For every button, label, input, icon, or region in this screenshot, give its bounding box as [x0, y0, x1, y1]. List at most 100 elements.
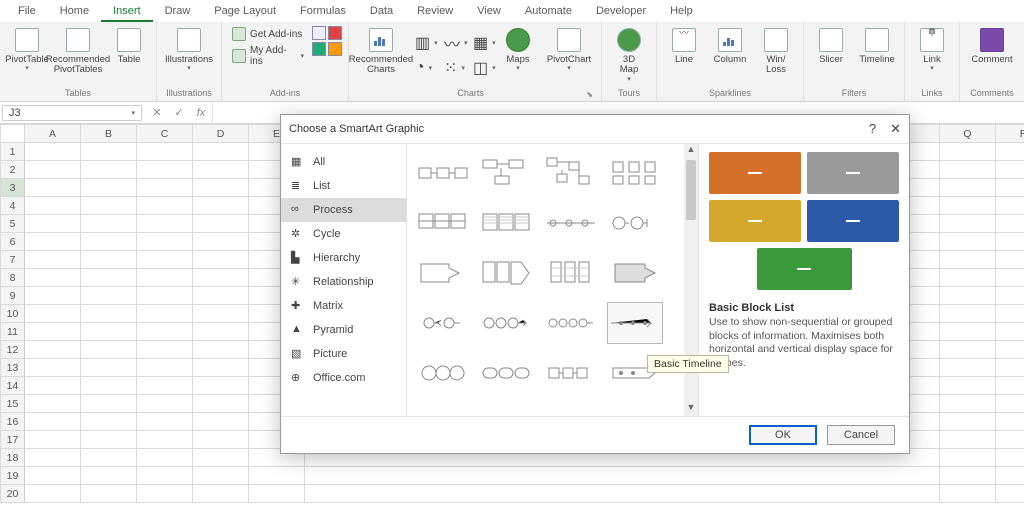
cell-Q16[interactable]	[940, 413, 996, 431]
cell-C20[interactable]	[137, 485, 193, 503]
cell-B1[interactable]	[81, 143, 137, 161]
tab-formulas[interactable]: Formulas	[288, 2, 358, 22]
my-addins-button[interactable]: My Add-ins ▾	[228, 44, 308, 68]
cell-Q1[interactable]	[940, 143, 996, 161]
cell-C6[interactable]	[137, 233, 193, 251]
cell-A7[interactable]	[25, 251, 81, 269]
cell-B20[interactable]	[81, 485, 137, 503]
cell-B16[interactable]	[81, 413, 137, 431]
cell-R3[interactable]	[996, 179, 1024, 197]
cell-A8[interactable]	[25, 269, 81, 287]
cell-Q18[interactable]	[940, 449, 996, 467]
cell-R11[interactable]	[996, 323, 1024, 341]
cell-D2[interactable]	[193, 161, 249, 179]
row-header-20[interactable]: 20	[1, 485, 25, 503]
insert-function-button[interactable]: fx	[190, 107, 212, 119]
pivotchart-button[interactable]: PivotChart▾	[543, 26, 595, 73]
layout-thumb-0[interactable]	[415, 152, 471, 194]
column-header-R[interactable]: R	[996, 125, 1024, 143]
cell-B2[interactable]	[81, 161, 137, 179]
category-matrix[interactable]: ✚ Matrix	[281, 294, 406, 318]
category-list[interactable]: ≣ List	[281, 174, 406, 198]
pivottable-button[interactable]: PivotTable▾	[6, 26, 48, 73]
cell-Q19[interactable]	[940, 467, 996, 485]
cell-Q13[interactable]	[940, 359, 996, 377]
cell-R20[interactable]	[996, 485, 1024, 503]
cell-A13[interactable]	[25, 359, 81, 377]
enter-formula-button[interactable]: ✓	[168, 106, 190, 119]
cell-B18[interactable]	[81, 449, 137, 467]
cell-A1[interactable]	[25, 143, 81, 161]
cell-D15[interactable]	[193, 395, 249, 413]
row-header-2[interactable]: 2	[1, 161, 25, 179]
layout-thumb-4[interactable]	[415, 202, 471, 244]
layout-thumb-5[interactable]	[479, 202, 535, 244]
maps-button[interactable]: Maps▾	[497, 26, 539, 73]
cell-Q10[interactable]	[940, 305, 996, 323]
row-header-12[interactable]: 12	[1, 341, 25, 359]
layout-thumb-18[interactable]	[543, 352, 599, 394]
comment-button[interactable]: Comment	[966, 26, 1018, 65]
cell-A9[interactable]	[25, 287, 81, 305]
cell-A20[interactable]	[25, 485, 81, 503]
cell-B4[interactable]	[81, 197, 137, 215]
tab-developer[interactable]: Developer	[584, 2, 658, 22]
cell-C3[interactable]	[137, 179, 193, 197]
cell-Q8[interactable]	[940, 269, 996, 287]
cancel-formula-button[interactable]: ✕	[146, 106, 168, 119]
cell-R9[interactable]	[996, 287, 1024, 305]
cell-B9[interactable]	[81, 287, 137, 305]
cell-R6[interactable]	[996, 233, 1024, 251]
cell-B10[interactable]	[81, 305, 137, 323]
cell-D5[interactable]	[193, 215, 249, 233]
cell-C12[interactable]	[137, 341, 193, 359]
cell-R4[interactable]	[996, 197, 1024, 215]
cell-Q17[interactable]	[940, 431, 996, 449]
row-header-6[interactable]: 6	[1, 233, 25, 251]
slicer-button[interactable]: Slicer	[810, 26, 852, 65]
get-addins-button[interactable]: Get Add-ins	[228, 26, 308, 42]
row-header-11[interactable]: 11	[1, 323, 25, 341]
cell-C4[interactable]	[137, 197, 193, 215]
cell-C7[interactable]	[137, 251, 193, 269]
cell-A18[interactable]	[25, 449, 81, 467]
tab-draw[interactable]: Draw	[153, 2, 203, 22]
layout-thumb-19[interactable]	[607, 352, 663, 394]
row-header-18[interactable]: 18	[1, 449, 25, 467]
cell-R12[interactable]	[996, 341, 1024, 359]
scroll-up-button[interactable]: ▲	[684, 144, 698, 158]
layout-thumb-15[interactable]	[607, 302, 663, 344]
cell-Q2[interactable]	[940, 161, 996, 179]
sparkline-line-button[interactable]: 〰Line	[663, 26, 705, 65]
cell-B5[interactable]	[81, 215, 137, 233]
column-header-C[interactable]: C	[137, 125, 193, 143]
cell-D13[interactable]	[193, 359, 249, 377]
cell-E19[interactable]	[249, 467, 305, 485]
row-header-16[interactable]: 16	[1, 413, 25, 431]
row-header-8[interactable]: 8	[1, 269, 25, 287]
cell-Q15[interactable]	[940, 395, 996, 413]
column-header-B[interactable]: B	[81, 125, 137, 143]
tab-file[interactable]: File	[6, 2, 48, 22]
cell-B11[interactable]	[81, 323, 137, 341]
cell-Q9[interactable]	[940, 287, 996, 305]
cell-C19[interactable]	[137, 467, 193, 485]
close-button[interactable]: ✕	[890, 121, 901, 137]
row-header-4[interactable]: 4	[1, 197, 25, 215]
category-all[interactable]: ▦ All	[281, 150, 406, 174]
cell-D1[interactable]	[193, 143, 249, 161]
recommended-charts-button[interactable]: Recommended Charts	[355, 26, 407, 76]
layout-thumb-12[interactable]	[415, 302, 471, 344]
tab-review[interactable]: Review	[405, 2, 465, 22]
cell-A11[interactable]	[25, 323, 81, 341]
cell-B17[interactable]	[81, 431, 137, 449]
column-header-A[interactable]: A	[25, 125, 81, 143]
cell-A2[interactable]	[25, 161, 81, 179]
cell-A4[interactable]	[25, 197, 81, 215]
category-picture[interactable]: ▧ Picture	[281, 342, 406, 366]
illustrations-button[interactable]: Illustrations▾	[163, 26, 215, 73]
cell-E20[interactable]	[249, 485, 305, 503]
cell-C15[interactable]	[137, 395, 193, 413]
cell-D9[interactable]	[193, 287, 249, 305]
cell-B19[interactable]	[81, 467, 137, 485]
